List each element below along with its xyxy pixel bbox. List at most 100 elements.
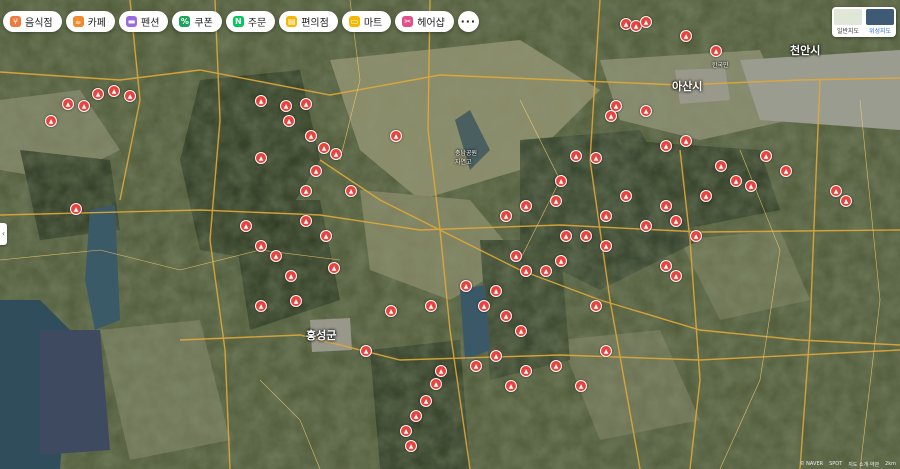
chip-order[interactable]: N 주문 [225, 11, 276, 32]
place-marker[interactable]: ▲ [570, 150, 582, 162]
place-marker[interactable]: ▲ [290, 295, 302, 307]
place-marker[interactable]: ▲ [715, 160, 727, 172]
place-marker[interactable]: ▲ [830, 185, 842, 197]
place-marker[interactable]: ▲ [660, 140, 672, 152]
place-marker[interactable]: ▲ [490, 350, 502, 362]
map-terms-link[interactable]: 지도 소개·약관 [848, 461, 879, 468]
place-marker[interactable]: ▲ [300, 98, 312, 110]
place-marker[interactable]: ▲ [500, 310, 512, 322]
place-marker[interactable]: ▲ [255, 300, 267, 312]
place-marker[interactable]: ▲ [555, 255, 567, 267]
place-marker[interactable]: ▲ [660, 260, 672, 272]
place-marker[interactable]: ▲ [780, 165, 792, 177]
place-marker[interactable]: ▲ [605, 110, 617, 122]
place-marker[interactable]: ▲ [255, 152, 267, 164]
place-marker[interactable]: ▲ [45, 115, 57, 127]
place-marker[interactable]: ▲ [385, 305, 397, 317]
place-marker[interactable]: ▲ [710, 45, 722, 57]
place-marker[interactable]: ▲ [460, 280, 472, 292]
place-marker[interactable]: ▲ [345, 185, 357, 197]
place-marker[interactable]: ▲ [640, 16, 652, 28]
place-marker[interactable]: ▲ [680, 135, 692, 147]
place-marker[interactable]: ▲ [410, 410, 422, 422]
place-marker[interactable]: ▲ [600, 345, 612, 357]
satellite-map[interactable]: 홍성군 아산시 천안시 한국민 충남공원 자연고 ▲ ▲ ▲ ▲ ▲ ▲ ▲ ▲ ▲ ▲ ▲ ▲ ▲ ▲ ▲… [0, 0, 900, 469]
place-marker[interactable]: ▲ [580, 230, 592, 242]
side-panel-toggle[interactable]: ‹ [0, 223, 7, 245]
place-marker[interactable]: ▲ [660, 200, 672, 212]
place-marker[interactable]: ▲ [478, 300, 490, 312]
chip-restaurant[interactable]: ⑂ 음식점 [3, 11, 62, 32]
place-marker[interactable]: ▲ [470, 360, 482, 372]
place-marker[interactable]: ▲ [550, 360, 562, 372]
place-marker[interactable]: ▲ [590, 300, 602, 312]
place-marker[interactable]: ▲ [92, 88, 104, 100]
more-categories-button[interactable]: ··· [457, 11, 479, 32]
place-marker[interactable]: ▲ [285, 270, 297, 282]
normal-map-button[interactable]: 일반지도 [832, 7, 864, 37]
place-marker[interactable]: ▲ [700, 190, 712, 202]
place-marker[interactable]: ▲ [590, 152, 602, 164]
place-marker[interactable]: ▲ [300, 215, 312, 227]
place-marker[interactable]: ▲ [330, 148, 342, 160]
place-marker[interactable]: ▲ [240, 220, 252, 232]
place-marker[interactable]: ▲ [560, 230, 572, 242]
place-marker[interactable]: ▲ [745, 180, 757, 192]
place-marker[interactable]: ▲ [400, 425, 412, 437]
place-marker[interactable]: ▲ [515, 325, 527, 337]
place-marker[interactable]: ▲ [318, 142, 330, 154]
place-marker[interactable]: ▲ [520, 365, 532, 377]
place-marker[interactable]: ▲ [520, 265, 532, 277]
place-marker[interactable]: ▲ [500, 210, 512, 222]
place-marker[interactable]: ▲ [510, 250, 522, 262]
place-marker[interactable]: ▲ [600, 240, 612, 252]
place-marker[interactable]: ▲ [670, 215, 682, 227]
chip-cafe[interactable]: ☕ 카페 [65, 11, 116, 32]
place-marker[interactable]: ▲ [108, 85, 120, 97]
chip-pension[interactable]: ▬ 펜션 [119, 11, 169, 32]
place-marker[interactable]: ▲ [425, 300, 437, 312]
place-marker[interactable]: ▲ [310, 165, 322, 177]
place-marker[interactable]: ▲ [320, 230, 332, 242]
place-marker[interactable]: ▲ [640, 220, 652, 232]
place-marker[interactable]: ▲ [520, 200, 532, 212]
place-marker[interactable]: ▲ [680, 30, 692, 42]
satellite-map-button[interactable]: 위성지도 [864, 7, 896, 37]
place-marker[interactable]: ▲ [505, 380, 517, 392]
place-marker[interactable]: ▲ [390, 130, 402, 142]
place-marker[interactable]: ▲ [62, 98, 74, 110]
place-marker[interactable]: ▲ [255, 240, 267, 252]
place-marker[interactable]: ▲ [550, 195, 562, 207]
place-marker[interactable]: ▲ [760, 150, 772, 162]
place-marker[interactable]: ▲ [405, 440, 417, 452]
place-marker[interactable]: ▲ [328, 262, 340, 274]
chip-convenience[interactable]: ▤ 편의점 [279, 11, 338, 32]
place-marker[interactable]: ▲ [78, 100, 90, 112]
place-marker[interactable]: ▲ [124, 90, 136, 102]
place-marker[interactable]: ▲ [420, 395, 432, 407]
place-marker[interactable]: ▲ [255, 95, 267, 107]
place-marker[interactable]: ▲ [555, 175, 567, 187]
chip-coupon[interactable]: % 쿠폰 [172, 11, 222, 32]
place-marker[interactable]: ▲ [540, 265, 552, 277]
place-marker[interactable]: ▲ [280, 100, 292, 112]
place-marker[interactable]: ▲ [490, 285, 502, 297]
place-marker[interactable]: ▲ [840, 195, 852, 207]
place-marker[interactable]: ▲ [670, 270, 682, 282]
chip-hairshop[interactable]: ✂ 헤어샵 [395, 11, 454, 32]
place-marker[interactable]: ▲ [640, 105, 652, 117]
place-marker[interactable]: ▲ [620, 190, 632, 202]
place-marker[interactable]: ▲ [305, 130, 317, 142]
place-marker[interactable]: ▲ [300, 185, 312, 197]
place-marker[interactable]: ▲ [70, 203, 82, 215]
place-marker[interactable]: ▲ [730, 175, 742, 187]
place-marker[interactable]: ▲ [575, 380, 587, 392]
place-marker[interactable]: ▲ [283, 115, 295, 127]
place-marker[interactable]: ▲ [690, 230, 702, 242]
place-marker[interactable]: ▲ [430, 378, 442, 390]
place-marker[interactable]: ▲ [360, 345, 372, 357]
chip-mart[interactable]: ▭ 마트 [341, 11, 392, 32]
place-marker[interactable]: ▲ [435, 365, 447, 377]
place-marker[interactable]: ▲ [600, 210, 612, 222]
place-marker[interactable]: ▲ [270, 250, 282, 262]
